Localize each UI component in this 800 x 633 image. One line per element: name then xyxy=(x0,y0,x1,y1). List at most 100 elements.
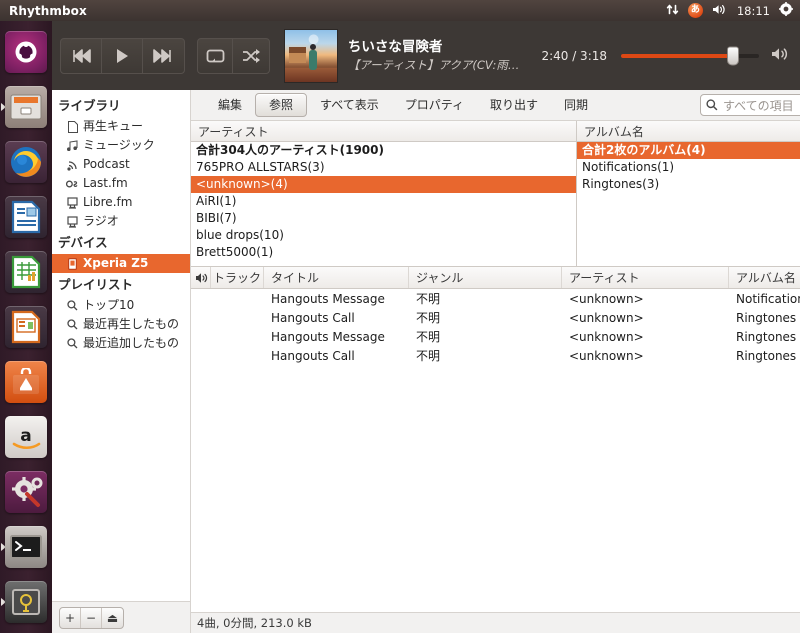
ubuntu-dash-icon xyxy=(5,31,47,73)
shuffle-button[interactable] xyxy=(233,39,268,73)
launcher-item-files[interactable] xyxy=(0,81,52,133)
launcher-item-firefox[interactable] xyxy=(0,136,52,188)
launcher-item-ubuntu-software[interactable] xyxy=(0,356,52,408)
sidebar-source-list: ライブラリ 再生キュー ミュージック Podcast Last.fm Libre… xyxy=(52,90,190,601)
track-title: ちいさな冒険者 xyxy=(347,39,443,55)
transport-controls xyxy=(60,37,185,74)
cell-playing xyxy=(191,327,211,346)
table-row[interactable]: Hangouts Message 不明 <unknown> Notificati… xyxy=(191,289,800,308)
table-row[interactable]: Hangouts Call 不明 <unknown> Ringtones xyxy=(191,308,800,327)
album-pane: アルバム名 合計2枚のアルバム(4) Notifications(1) Ring… xyxy=(577,121,800,266)
list-item[interactable]: blue drops(10) xyxy=(191,227,576,244)
libreoffice-impress-icon xyxy=(5,306,47,348)
column-header-track[interactable]: トラック xyxy=(211,267,264,288)
toolbar-properties[interactable]: プロパティ xyxy=(392,94,477,116)
list-item[interactable]: Notifications(1) xyxy=(577,159,800,176)
column-header-artist[interactable]: アーティスト xyxy=(562,267,729,288)
rhythmbox-window: ちいさな冒険者 【アーティスト】アクア(CV:雨宮天… 2:40 / 3:18 … xyxy=(52,21,800,633)
toolbar-show-all[interactable]: すべて表示 xyxy=(307,94,392,116)
launcher-item-safe[interactable] xyxy=(0,576,52,628)
search-placeholder: すべての項目 xyxy=(723,98,794,113)
terminal-icon xyxy=(5,526,47,568)
sidebar-footer: + − ⏏ xyxy=(52,601,190,633)
sidebar-item-play-queue[interactable]: 再生キュー xyxy=(52,117,190,136)
column-header-album[interactable]: アルバム名 xyxy=(729,267,800,288)
seek-slider[interactable] xyxy=(621,46,760,65)
window-body: ライブラリ 再生キュー ミュージック Podcast Last.fm Libre… xyxy=(52,90,800,633)
cell-track xyxy=(211,327,264,346)
browser-panes: アーティスト 合計304人のアーティスト(1900) 765PRO ALLSTA… xyxy=(191,121,800,267)
sidebar-item-recently-added[interactable]: 最近追加したもの xyxy=(52,334,190,353)
eject-button[interactable]: ⏏ xyxy=(102,608,123,628)
toolbar-sync[interactable]: 同期 xyxy=(551,94,601,116)
artist-column-header[interactable]: アーティスト xyxy=(191,121,576,142)
seek-handle[interactable] xyxy=(726,46,739,65)
ime-icon[interactable]: あ xyxy=(687,3,703,18)
sidebar-item-podcast[interactable]: Podcast xyxy=(52,155,190,174)
remove-playlist-button[interactable]: − xyxy=(81,607,102,628)
files-icon xyxy=(5,86,47,128)
toolbar-browse[interactable]: 参照 xyxy=(255,93,308,117)
add-playlist-button[interactable]: + xyxy=(60,607,81,628)
sidebar-item-recently-played[interactable]: 最近再生したもの xyxy=(52,315,190,334)
toolbar-edit[interactable]: 編集 xyxy=(205,94,255,116)
launcher-item-ubuntu-dash[interactable] xyxy=(0,26,52,78)
column-header-genre[interactable]: ジャンル xyxy=(409,267,562,288)
list-item[interactable]: 765PRO ALLSTARS(3) xyxy=(191,159,576,176)
launcher-item-amazon[interactable]: a xyxy=(0,411,52,463)
clock[interactable]: 18:11 xyxy=(737,4,770,18)
launcher-item-system-settings[interactable] xyxy=(0,466,52,518)
table-row[interactable]: Hangouts Call 不明 <unknown> Ringtones xyxy=(191,346,800,365)
cell-title: Hangouts Call xyxy=(271,348,355,363)
sidebar-item-label: トップ10 xyxy=(83,298,135,312)
libreoffice-calc-icon xyxy=(5,251,47,293)
sidebar-group-library-title: ライブラリ xyxy=(58,98,121,113)
cell-genre: 不明 xyxy=(416,349,441,363)
table-row[interactable]: Hangouts Message 不明 <unknown> Ringtones xyxy=(191,327,800,346)
list-item[interactable]: 合計2枚のアルバム(4) xyxy=(577,142,800,159)
artist-list: 合計304人のアーティスト(1900) 765PRO ALLSTARS(3) <… xyxy=(191,142,576,266)
firefox-icon xyxy=(5,141,47,183)
launcher-item-libreoffice-writer[interactable] xyxy=(0,191,52,243)
sidebar-item-label: ミュージック xyxy=(83,138,155,152)
search-input[interactable]: すべての項目 xyxy=(700,94,800,116)
play-button[interactable] xyxy=(102,38,143,73)
album-column-header[interactable]: アルバム名 xyxy=(577,121,800,142)
volume-icon[interactable] xyxy=(712,1,728,20)
seek-track[interactable] xyxy=(621,46,760,65)
cell-track xyxy=(211,308,264,327)
launcher-item-libreoffice-impress[interactable] xyxy=(0,301,52,353)
cell-artist: <unknown> xyxy=(569,310,644,325)
cell-genre: 不明 xyxy=(416,311,441,325)
search-icon xyxy=(706,96,718,115)
list-item[interactable]: BIBI(7) xyxy=(191,210,576,227)
sidebar-item-radio[interactable]: ラジオ xyxy=(52,212,190,231)
sidebar-group-devices-title: デバイス xyxy=(58,235,108,250)
search-icon xyxy=(66,300,79,311)
toolbar-eject[interactable]: 取り出す xyxy=(477,94,551,116)
list-item[interactable]: AiRI(1) xyxy=(191,193,576,210)
cell-title: Hangouts Message xyxy=(271,329,385,344)
sidebar-item-music[interactable]: ミュージック xyxy=(52,136,190,155)
sidebar-item-top10[interactable]: トップ10 xyxy=(52,296,190,315)
launcher-item-terminal[interactable] xyxy=(0,521,52,573)
column-header-playing[interactable] xyxy=(191,267,211,288)
list-item[interactable]: Brett5000(1) xyxy=(191,244,576,261)
sidebar-item-lastfm[interactable]: Last.fm xyxy=(52,174,190,193)
next-button[interactable] xyxy=(143,39,184,73)
repeat-button[interactable] xyxy=(198,38,234,73)
launcher-item-libreoffice-calc[interactable] xyxy=(0,246,52,298)
radio-icon xyxy=(66,215,79,228)
gear-icon[interactable] xyxy=(779,1,793,20)
column-header-title[interactable]: タイトル xyxy=(264,267,409,288)
sidebar-item-librefm[interactable]: Libre.fm xyxy=(52,193,190,212)
list-item[interactable]: Ringtones(3) xyxy=(577,176,800,193)
previous-button[interactable] xyxy=(61,38,102,73)
network-updown-icon[interactable] xyxy=(666,1,679,20)
sidebar-item-label: Libre.fm xyxy=(83,195,133,209)
volume-icon[interactable] xyxy=(771,46,790,66)
list-item[interactable]: <unknown>(4) xyxy=(191,176,576,193)
list-item[interactable]: 合計304人のアーティスト(1900) xyxy=(191,142,576,159)
sidebar-item-xperia-z5[interactable]: Xperia Z5 xyxy=(52,254,190,273)
cell-track xyxy=(211,346,264,365)
